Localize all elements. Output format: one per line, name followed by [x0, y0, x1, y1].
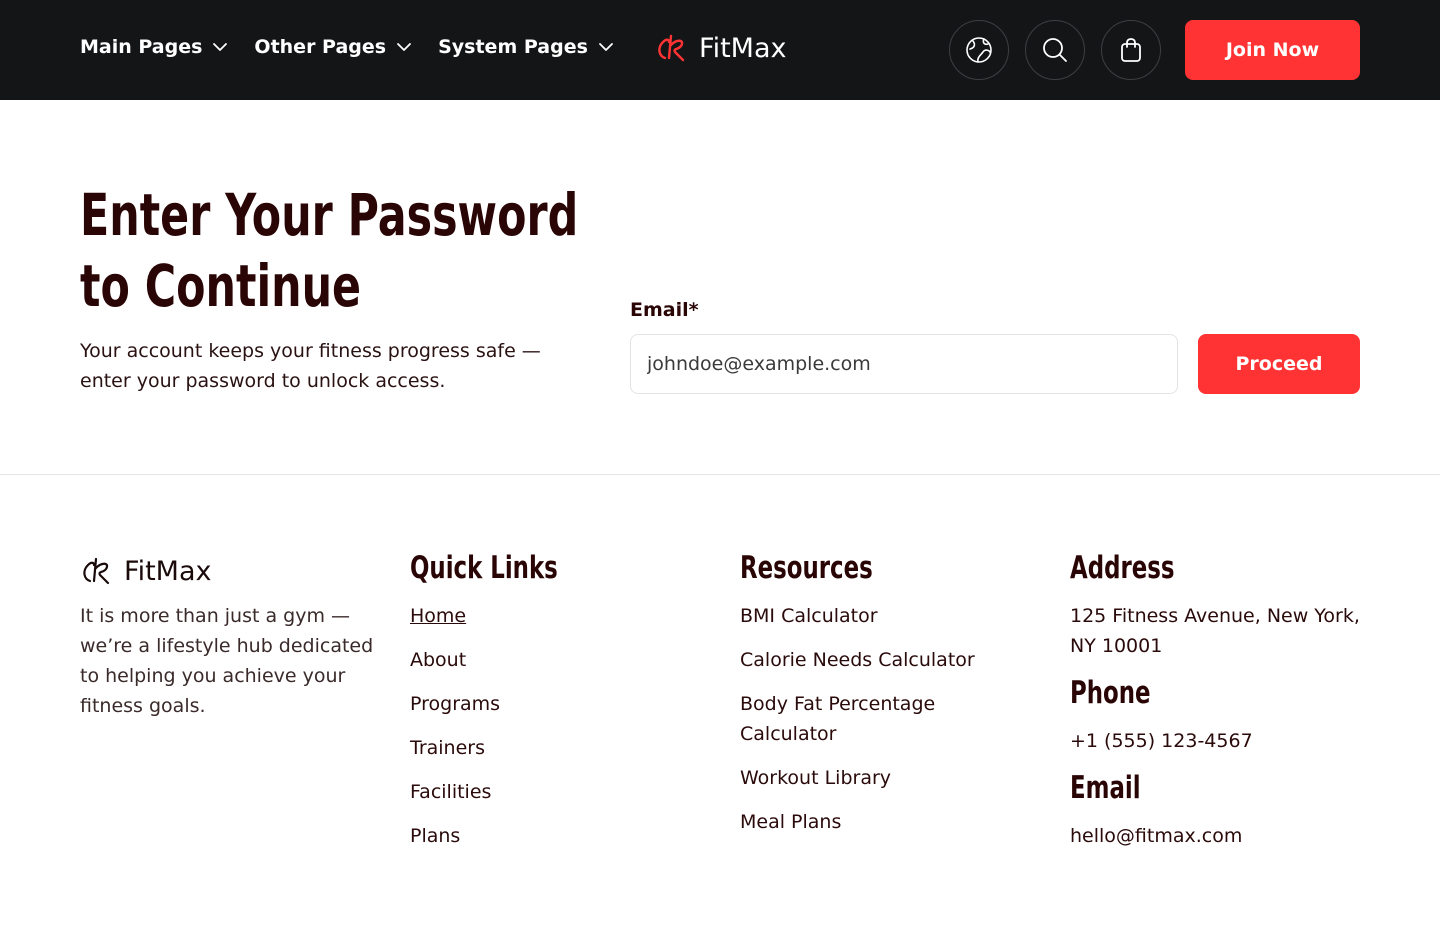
search-icon — [1043, 38, 1067, 62]
footer-link-about[interactable]: About — [410, 645, 690, 675]
resources-title: Resources — [740, 550, 873, 586]
footer-link-trainers[interactable]: Trainers — [410, 733, 690, 763]
footer-description: It is more than just a gym — we’re a lif… — [80, 605, 374, 717]
email-label: Email* — [630, 299, 699, 321]
nav-other-pages[interactable]: Other Pages — [254, 36, 414, 58]
language-button[interactable] — [949, 20, 1009, 80]
footer-brand-name: FitMax — [124, 555, 212, 587]
chevron-down-icon — [397, 43, 411, 51]
nav-other-pages-label: Other Pages — [254, 36, 387, 58]
cart-button[interactable] — [1101, 20, 1161, 80]
proceed-button[interactable]: Proceed — [1198, 334, 1360, 394]
footer-link-home[interactable]: Home — [410, 601, 690, 631]
address-title: Address — [1070, 550, 1175, 586]
fitmax-logo-icon — [83, 557, 110, 585]
footer-link-workout-library[interactable]: Workout Library — [740, 763, 1000, 793]
fitmax-logo-icon — [658, 34, 685, 62]
quick-links-title: Quick Links — [410, 550, 558, 586]
footer-link-programs[interactable]: Programs — [410, 689, 690, 719]
chevron-down-icon — [213, 43, 228, 51]
footer-link-body-fat-calculator[interactable]: Body Fat Percentage Calculator — [740, 689, 1000, 749]
email-value[interactable]: hello@fitmax.com — [1070, 821, 1370, 851]
footer-link-meal-plans[interactable]: Meal Plans — [740, 807, 1000, 837]
footer-link-bmi-calculator[interactable]: BMI Calculator — [740, 601, 1000, 631]
top-navbar: Main Pages Other Pages System Pages FitM… — [0, 0, 1440, 100]
footer-link-facilities[interactable]: Facilities — [410, 777, 690, 807]
section-divider — [0, 474, 1440, 475]
page-title: Enter Your Password to Continue — [80, 181, 579, 320]
globe-icon — [966, 37, 992, 63]
footer-link-plans[interactable]: Plans — [410, 821, 690, 851]
chevron-down-icon — [598, 43, 613, 51]
address-value: 125 Fitness Avenue, New York, NY 10001 — [1070, 605, 1360, 657]
nav-menu: Main Pages Other Pages System Pages — [80, 36, 616, 58]
shopping-bag-icon — [1121, 38, 1141, 62]
email-title: Email — [1070, 770, 1141, 806]
quick-links-list: Home About Programs Trainers Facilities … — [410, 601, 690, 865]
nav-main-pages[interactable]: Main Pages — [80, 36, 230, 58]
nav-system-pages[interactable]: System Pages — [438, 36, 616, 58]
nav-system-pages-label: System Pages — [438, 36, 588, 58]
page-subtitle: Your account keeps your fitness progress… — [80, 340, 541, 392]
footer-link-calorie-calculator[interactable]: Calorie Needs Calculator — [740, 645, 1000, 675]
phone-title: Phone — [1070, 675, 1151, 711]
footer-brand-logo[interactable]: FitMax — [80, 555, 211, 587]
brand-logo[interactable]: FitMax — [655, 32, 786, 64]
resources-list: BMI Calculator Calorie Needs Calculator … — [740, 601, 1000, 851]
email-input[interactable] — [630, 334, 1178, 394]
phone-value[interactable]: +1 (555) 123-4567 — [1070, 726, 1370, 756]
nav-main-pages-label: Main Pages — [80, 36, 203, 58]
search-button[interactable] — [1025, 20, 1085, 80]
brand-name: FitMax — [699, 32, 787, 64]
join-now-button[interactable]: Join Now — [1185, 20, 1360, 80]
